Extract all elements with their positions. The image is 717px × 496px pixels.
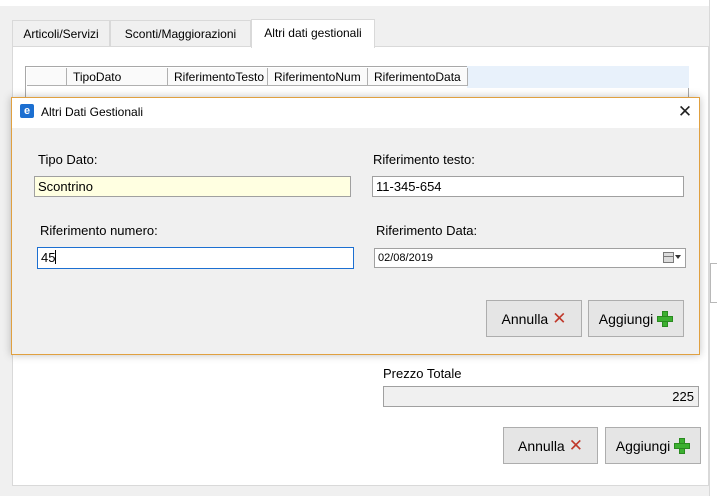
window-top-strip — [0, 0, 717, 6]
button-label: Aggiungi — [615, 437, 671, 454]
grid-header-filler — [467, 66, 689, 88]
dialog-title: Altri Dati Gestionali — [41, 105, 144, 119]
red-x-icon: ✕ — [568, 436, 583, 455]
column-header-label: RiferimentoData — [374, 70, 461, 84]
app-icon: e — [20, 104, 34, 118]
column-header-label: RiferimentoNum — [274, 70, 361, 84]
tab-articoli-servizi[interactable]: Articoli/Servizi — [12, 20, 110, 46]
button-label: Aggiungi — [598, 310, 654, 327]
riferimento-testo-field[interactable]: 11-345-654 — [372, 176, 684, 197]
tab-label: Sconti/Maggiorazioni — [124, 27, 237, 41]
tipo-dato-field[interactable]: Scontrino — [34, 176, 351, 197]
button-label: Annulla — [501, 310, 549, 327]
tab-altri-dati-gestionali[interactable]: Altri dati gestionali — [251, 19, 375, 48]
red-x-icon: ✕ — [552, 309, 567, 328]
riferimento-data-label: Riferimento Data: — [376, 223, 478, 238]
green-plus-icon — [674, 437, 691, 454]
tab-label: Altri dati gestionali — [264, 26, 362, 40]
field-value: 45 — [41, 250, 56, 265]
tab-sconti-maggiorazioni[interactable]: Sconti/Maggiorazioni — [110, 20, 251, 46]
annulla-button[interactable]: Annulla ✕ — [503, 427, 598, 464]
riferimento-data-picker[interactable]: 02/08/2019 — [374, 248, 686, 268]
button-label: Annulla — [518, 437, 565, 454]
partial-control — [710, 263, 717, 303]
riferimento-testo-label: Riferimento testo: — [373, 152, 475, 167]
column-header-riferimentotesto[interactable]: RiferimentoTesto — [168, 68, 268, 86]
grid-row-header-cell — [27, 68, 67, 86]
dialog-aggiungi-button[interactable]: Aggiungi — [588, 300, 684, 337]
chevron-down-icon[interactable] — [675, 255, 681, 259]
riferimento-numero-label: Riferimento numero: — [40, 223, 158, 238]
tab-label: Articoli/Servizi — [23, 27, 99, 41]
column-header-tipodato[interactable]: TipoDato — [67, 68, 168, 86]
window-right-edge — [709, 0, 717, 496]
tipo-dato-label: Tipo Dato: — [38, 152, 98, 167]
column-header-riferimentonum[interactable]: RiferimentoNum — [268, 68, 368, 86]
date-value: 02/08/2019 — [378, 252, 434, 264]
text-caret — [55, 250, 57, 264]
column-header-label: RiferimentoTesto — [174, 70, 265, 84]
column-header-label: TipoDato — [73, 70, 122, 84]
prezzo-totale-label: Prezzo Totale — [383, 366, 462, 381]
column-header-riferimentodata[interactable]: RiferimentoData — [368, 68, 468, 86]
green-plus-icon — [657, 310, 674, 327]
riferimento-numero-field[interactable]: 45 — [37, 247, 354, 269]
prezzo-totale-field: 225 — [383, 386, 699, 407]
dialog-annulla-button[interactable]: Annulla ✕ — [486, 300, 582, 337]
close-icon[interactable]: ✕ — [675, 102, 695, 122]
aggiungi-button[interactable]: Aggiungi — [605, 427, 701, 464]
calendar-icon[interactable] — [663, 252, 674, 263]
